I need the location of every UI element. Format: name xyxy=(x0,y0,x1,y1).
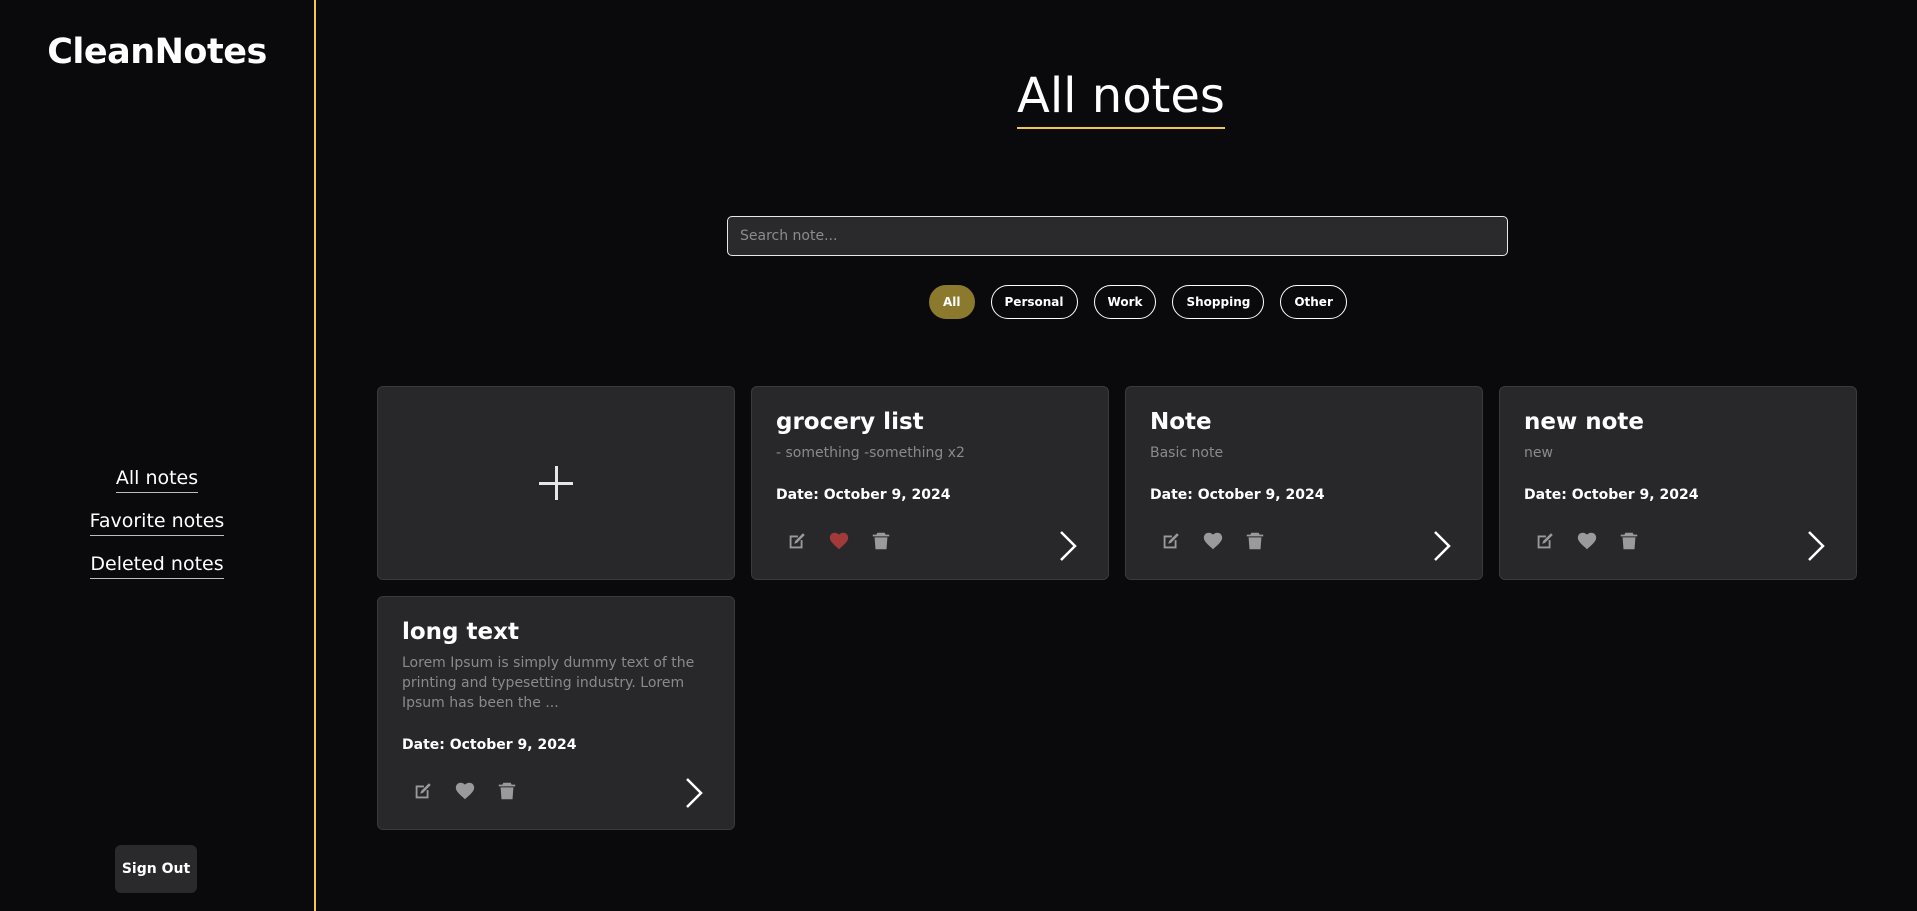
edit-icon[interactable] xyxy=(786,530,808,552)
add-note-card[interactable] xyxy=(377,386,735,580)
note-card: grocery list - something -something x2 D… xyxy=(751,386,1109,580)
note-date: Date: October 9, 2024 xyxy=(1524,487,1699,503)
note-date: Date: October 9, 2024 xyxy=(1150,487,1325,503)
sidebar-item-favorite-notes[interactable]: Favorite notes xyxy=(89,509,225,536)
chevron-right-icon[interactable] xyxy=(684,777,704,809)
note-card: new note new Date: October 9, 2024 xyxy=(1499,386,1857,580)
trash-icon[interactable] xyxy=(496,780,518,802)
note-date: Date: October 9, 2024 xyxy=(402,737,577,753)
trash-icon[interactable] xyxy=(1618,530,1640,552)
note-card: long text Lorem Ipsum is simply dummy te… xyxy=(377,596,735,830)
chevron-right-icon[interactable] xyxy=(1058,530,1078,562)
page-title: All notes xyxy=(1017,68,1225,129)
sidebar-nav: All notes Favorite notes Deleted notes xyxy=(0,466,314,595)
app: CleanNotes All notes Favorite notes Dele… xyxy=(0,0,1917,911)
note-preview: Lorem Ipsum is simply dummy text of the … xyxy=(402,655,695,711)
sign-out-button[interactable]: Sign Out xyxy=(115,845,197,893)
edit-icon[interactable] xyxy=(1534,530,1556,552)
note-preview: - something -something x2 xyxy=(776,445,965,461)
filter-chip-other[interactable]: Other xyxy=(1280,285,1347,319)
note-preview: new xyxy=(1524,445,1553,461)
note-title: Note xyxy=(1150,409,1212,435)
heart-icon[interactable] xyxy=(1576,530,1598,552)
trash-icon[interactable] xyxy=(870,530,892,552)
sidebar: CleanNotes All notes Favorite notes Dele… xyxy=(0,0,316,911)
note-actions xyxy=(412,780,518,802)
search-input[interactable] xyxy=(727,216,1508,256)
filter-chip-shopping[interactable]: Shopping xyxy=(1172,285,1265,319)
chevron-right-icon[interactable] xyxy=(1432,530,1452,562)
edit-icon[interactable] xyxy=(412,780,434,802)
heart-icon[interactable] xyxy=(1202,530,1224,552)
note-title: new note xyxy=(1524,409,1644,435)
filter-chip-work[interactable]: Work xyxy=(1093,285,1157,319)
note-actions xyxy=(786,530,892,552)
chevron-right-icon[interactable] xyxy=(1806,530,1826,562)
edit-icon[interactable] xyxy=(1160,530,1182,552)
sidebar-item-all-notes[interactable]: All notes xyxy=(115,466,199,493)
filter-chip-personal[interactable]: Personal xyxy=(990,285,1078,319)
trash-icon[interactable] xyxy=(1244,530,1266,552)
heart-icon[interactable] xyxy=(454,780,476,802)
sidebar-item-deleted-notes[interactable]: Deleted notes xyxy=(90,552,224,579)
note-title: grocery list xyxy=(776,409,924,435)
note-card: Note Basic note Date: October 9, 2024 xyxy=(1125,386,1483,580)
note-title: long text xyxy=(402,619,519,645)
note-actions xyxy=(1160,530,1266,552)
note-preview: Basic note xyxy=(1150,445,1224,461)
category-filters: All Personal Work Shopping Other xyxy=(929,285,1347,319)
note-date: Date: October 9, 2024 xyxy=(776,487,951,503)
heart-icon[interactable] xyxy=(828,530,850,552)
note-actions xyxy=(1534,530,1640,552)
filter-chip-all[interactable]: All xyxy=(929,285,975,319)
plus-icon xyxy=(539,466,573,500)
brand-logo: CleanNotes xyxy=(47,32,267,72)
